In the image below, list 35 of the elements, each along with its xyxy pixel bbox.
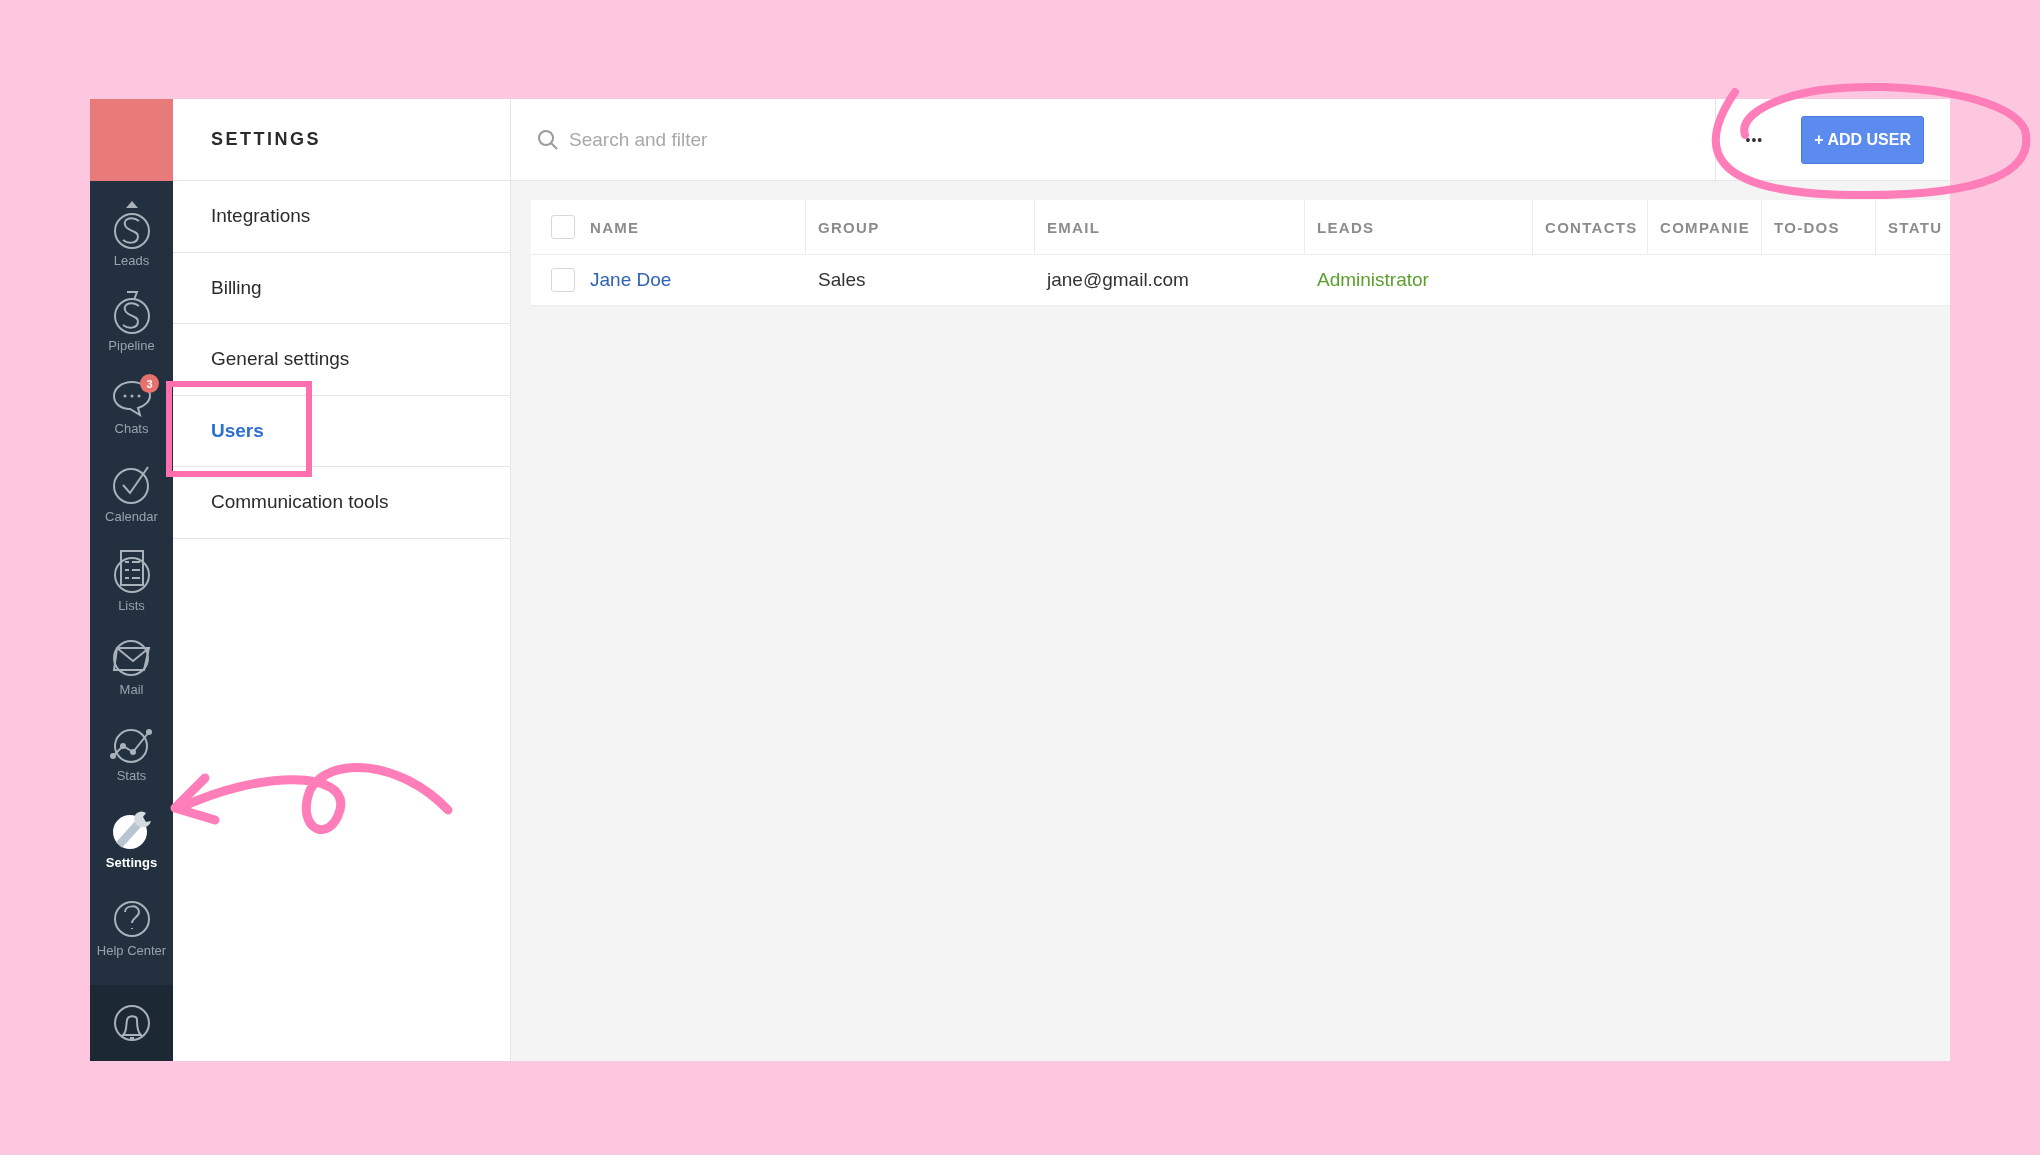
settings-menu-item[interactable]: General settings — [173, 324, 510, 396]
column-header[interactable]: GROUP — [806, 200, 1035, 254]
table-cell-text: Sales — [817, 268, 867, 292]
search-icon — [537, 128, 559, 151]
table-cell-text: Administrator — [1316, 268, 1430, 292]
sidebar-item[interactable]: Calendar — [90, 450, 173, 537]
row-checkbox[interactable] — [551, 268, 575, 292]
add-user-button[interactable]: + ADD USER — [1801, 115, 1924, 164]
settings-menu-item[interactable]: Users — [173, 395, 510, 467]
sidebar-item[interactable]: Stats — [90, 710, 173, 797]
user-name-link[interactable]: Jane Doe — [590, 269, 672, 291]
column-header[interactable]: NAME — [590, 218, 640, 236]
column-header[interactable]: STATU — [1876, 200, 1950, 254]
column-header[interactable]: LEADS — [1305, 200, 1533, 254]
sidebar-item[interactable]: Lists — [90, 537, 173, 624]
column-header[interactable]: TO-DOS — [1762, 200, 1876, 254]
wrench-icon — [110, 809, 153, 852]
more-button[interactable]: ••• — [1739, 130, 1770, 149]
table-cell-text: jane@gmail.com — [1045, 268, 1190, 292]
chat-bubble-icon — [110, 378, 153, 417]
sidebar-item[interactable]: Mail — [90, 623, 173, 710]
column-header[interactable]: COMPANIE — [1648, 200, 1762, 254]
settings-menu-item[interactable]: Billing — [173, 252, 510, 324]
select-all-checkbox[interactable] — [551, 215, 575, 239]
settings-menu-item[interactable]: Communication tools — [173, 467, 510, 539]
sidebar-item[interactable]: Pipeline — [90, 277, 173, 364]
sidebar-item[interactable]: Chats 3 — [90, 364, 173, 451]
sidebar-item[interactable]: Settings — [90, 796, 173, 883]
settings-menu-item[interactable]: Integrations — [173, 181, 510, 253]
sidebar-item[interactable]: Help Center — [90, 883, 173, 970]
panel-title: SETTINGS — [173, 99, 510, 181]
column-header[interactable]: CONTACTS — [1533, 200, 1648, 254]
notification-badge: 3 — [140, 374, 159, 393]
sidebar-item[interactable]: Leads — [90, 191, 173, 278]
column-header[interactable]: EMAIL — [1035, 200, 1305, 254]
